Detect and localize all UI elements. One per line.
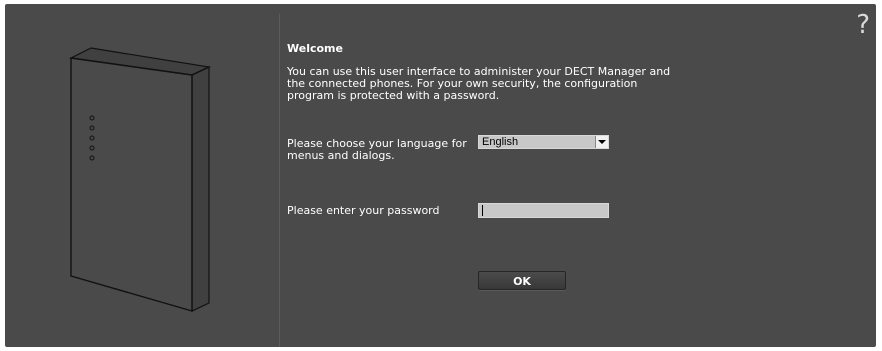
password-input[interactable] bbox=[478, 203, 609, 218]
welcome-intro-text: You can use this user interface to admin… bbox=[287, 65, 671, 102]
language-selected-value: English bbox=[482, 136, 519, 148]
text-caret bbox=[482, 205, 483, 216]
panel-divider bbox=[279, 14, 280, 347]
login-panel bbox=[5, 4, 876, 347]
language-select[interactable]: English bbox=[478, 135, 609, 149]
language-label: Please choose your language for menus an… bbox=[287, 137, 467, 162]
dect-manager-device-illustration bbox=[51, 38, 216, 317]
password-label: Please enter your password bbox=[287, 204, 440, 217]
chevron-down-icon[interactable] bbox=[595, 136, 608, 148]
ok-button[interactable]: OK bbox=[478, 271, 566, 290]
welcome-title: Welcome bbox=[287, 42, 343, 55]
help-icon[interactable]: ? bbox=[856, 10, 870, 40]
